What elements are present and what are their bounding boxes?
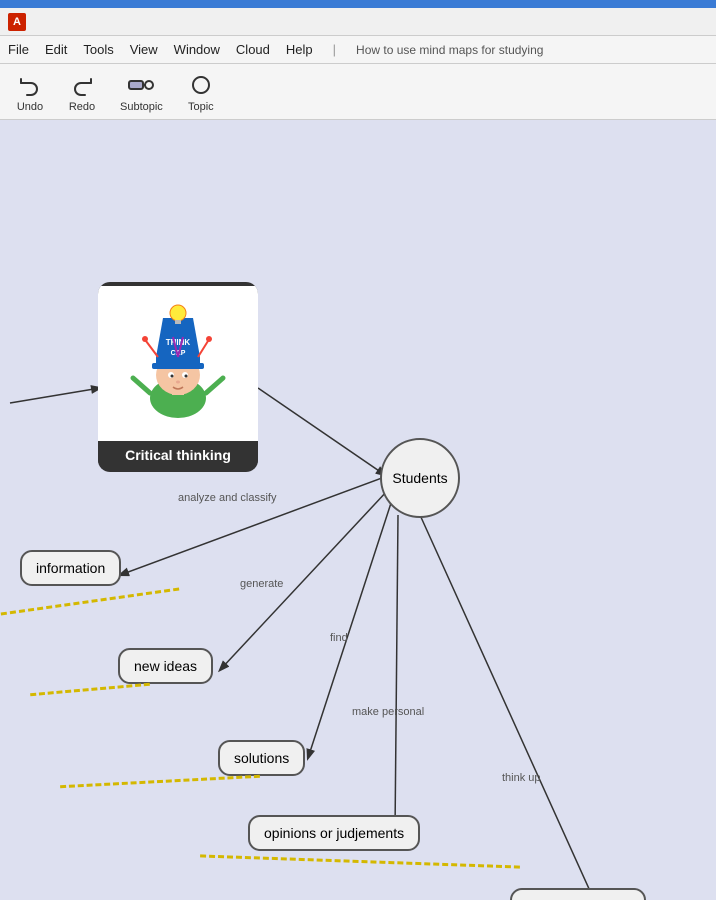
menu-window[interactable]: Window (174, 42, 220, 57)
menu-tools[interactable]: Tools (83, 42, 113, 57)
menu-view[interactable]: View (130, 42, 158, 57)
information-label: information (36, 560, 105, 576)
critical-thinking-label: Critical thinking (98, 441, 258, 469)
svg-text:THINK: THINK (166, 338, 191, 347)
menu-edit[interactable]: Edit (45, 42, 67, 57)
undo-icon (16, 71, 44, 99)
node-students[interactable]: Students (380, 438, 460, 518)
menu-file[interactable]: File (8, 42, 29, 57)
app-icon: A (8, 13, 26, 31)
node-opinions[interactable]: opinions or judjements (248, 815, 420, 851)
menu-help-text: How to use mind maps for studying (356, 43, 543, 57)
edge-label-find: find (330, 632, 348, 644)
critical-thinking-image: THINK CAP (98, 286, 258, 441)
topic-icon (187, 71, 215, 99)
menu-bar: File Edit Tools View Window Cloud Help |… (0, 36, 716, 64)
title-bar: A (0, 8, 716, 36)
redo-button[interactable]: Redo (68, 71, 96, 113)
subtopic-label: Subtopic (120, 101, 163, 113)
menu-cloud[interactable]: Cloud (236, 42, 270, 57)
edge-label-make-personal: make personal (352, 706, 424, 718)
node-critical-thinking[interactable]: THINK CAP (98, 282, 258, 472)
canvas: analyze and classify generate find make … (0, 120, 716, 900)
menu-separator: | (333, 42, 336, 57)
topic-button[interactable]: Topic (187, 71, 215, 113)
subtopic-button[interactable]: Subtopic (120, 71, 163, 113)
edge-label-think-up: think up (502, 772, 541, 784)
node-new-ideas[interactable]: new ideas (118, 648, 213, 684)
undo-label: Undo (17, 101, 43, 113)
topic-label: Topic (188, 101, 214, 113)
toolbar: Undo Redo Subtopic Topic (0, 64, 716, 120)
edge-label-generate: generate (240, 578, 283, 590)
undo-button[interactable]: Undo (16, 71, 44, 113)
solutions-label: solutions (234, 750, 289, 766)
menu-help[interactable]: Help (286, 42, 313, 57)
opinions-label: opinions or judjements (264, 825, 404, 841)
dashed-line-4 (200, 854, 520, 868)
subtopic-icon (127, 71, 155, 99)
node-information[interactable]: information (20, 550, 121, 586)
new-ideas-label: new ideas (134, 658, 197, 674)
dashed-line-1 (1, 587, 180, 615)
redo-icon (68, 71, 96, 99)
students-label: Students (392, 470, 447, 486)
node-solutions[interactable]: solutions (218, 740, 305, 776)
redo-label: Redo (69, 101, 95, 113)
dashed-line-3 (60, 775, 260, 788)
dashed-line-2 (30, 683, 150, 696)
top-strip (0, 0, 716, 8)
edge-label-analyze: analyze and classify (178, 492, 276, 504)
